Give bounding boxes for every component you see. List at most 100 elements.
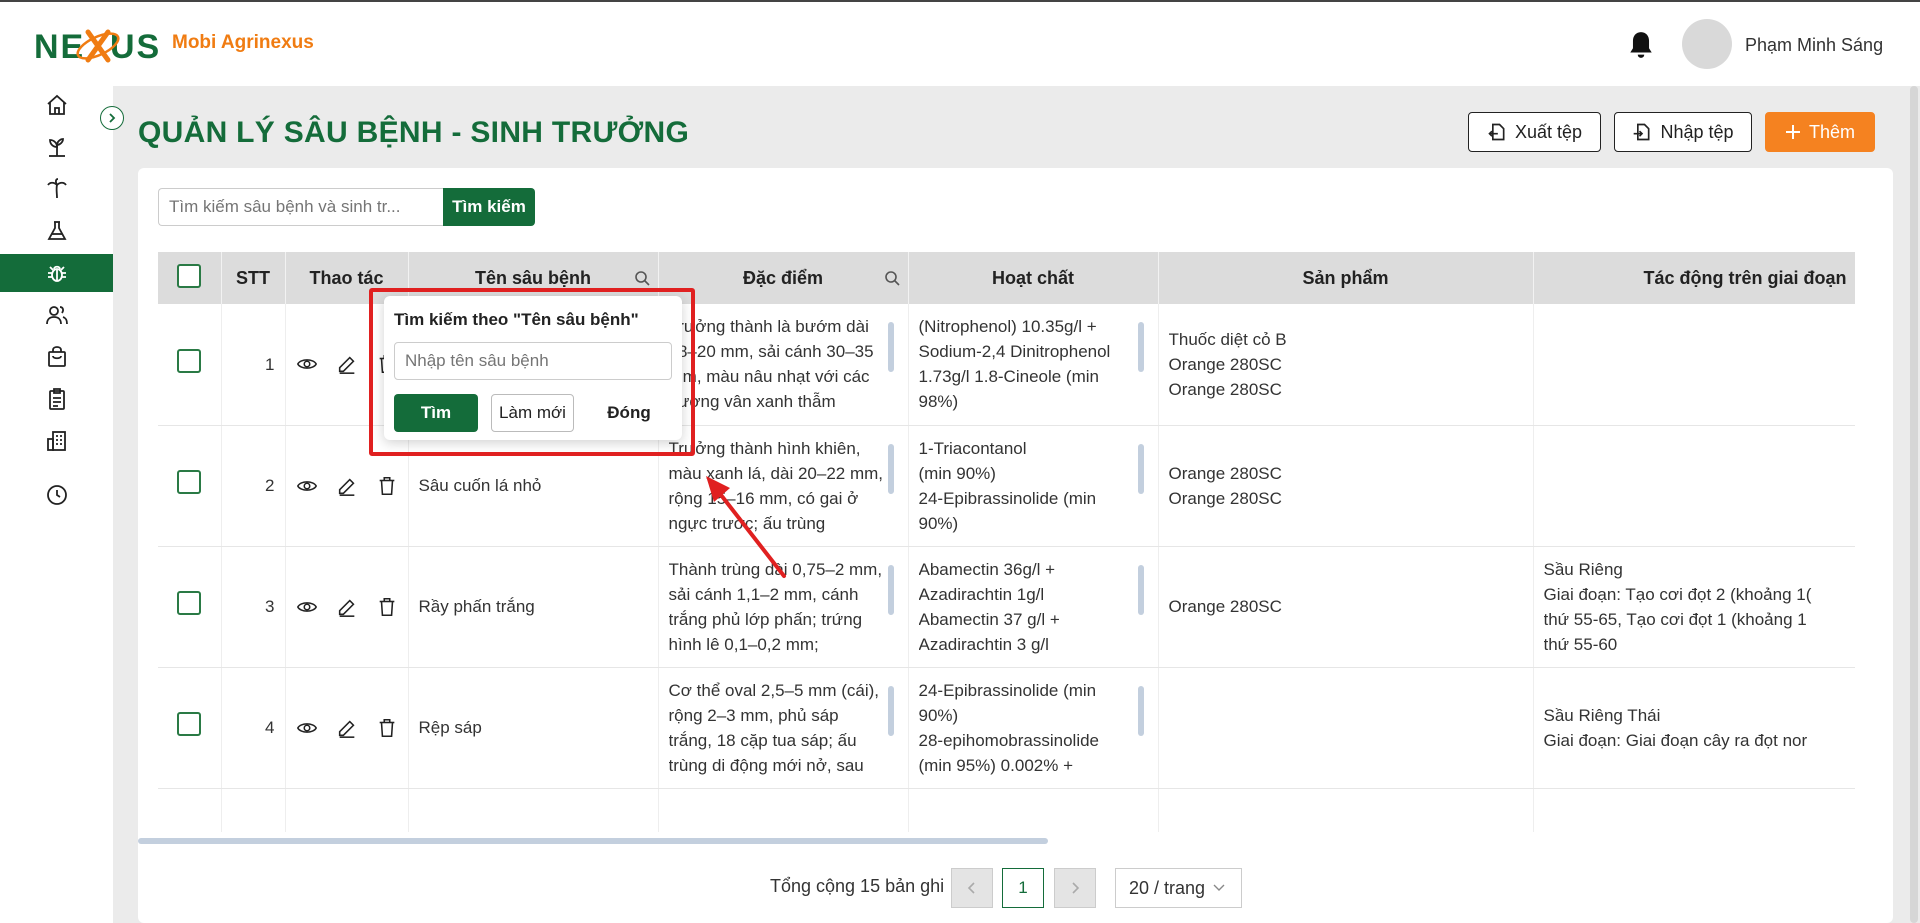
- user-avatar[interactable]: [1682, 19, 1732, 69]
- window-scrollbar[interactable]: [1908, 86, 1920, 923]
- sidebar-item-tasks[interactable]: [0, 380, 113, 418]
- add-button[interactable]: Thêm: [1765, 112, 1875, 152]
- row-checkbox[interactable]: [177, 712, 202, 736]
- cell-scrollbar[interactable]: [1137, 564, 1144, 615]
- cell-scrollbar[interactable]: [887, 322, 894, 372]
- row-product: Orange 280SC: [1158, 788, 1534, 832]
- table-card: Tìm kiếm STT Thao tác Tên sâu bệnh: [138, 168, 1920, 923]
- column-header-ingredient: Hoạt chất: [908, 252, 1159, 304]
- row-features-text: Trưởng thành hình khiên, màu xanh lá, dà…: [668, 438, 884, 533]
- row-checkbox[interactable]: [177, 348, 202, 373]
- row-features-text: Cơ thể oval 2,5–5 mm (cái), rộng 2–3 mm,…: [668, 680, 880, 775]
- delete-icon[interactable]: [376, 475, 398, 497]
- row-actions: [285, 788, 409, 832]
- row-select-cell: [158, 425, 222, 547]
- edit-icon[interactable]: [336, 475, 358, 497]
- cell-scrollbar[interactable]: [887, 443, 894, 494]
- search-icon[interactable]: [884, 270, 900, 286]
- table-row[interactable]: Kích thước 0,18–0,5 mm,(Nitrophenol) 10.…: [158, 788, 1855, 832]
- select-all-header: [158, 252, 222, 304]
- column-header-features: Đặc điểm: [658, 252, 909, 304]
- row-stage: [1533, 304, 1855, 426]
- chevron-left-icon: [967, 882, 975, 894]
- page-size-value: 20 / trang: [1129, 877, 1206, 898]
- view-icon[interactable]: [296, 717, 318, 739]
- search-icon[interactable]: [634, 270, 650, 286]
- history-icon: [46, 485, 67, 505]
- search-button[interactable]: Tìm kiếm: [443, 188, 535, 226]
- import-file-button[interactable]: Nhập tệp: [1614, 112, 1752, 152]
- popup-find-button[interactable]: Tìm: [394, 394, 478, 432]
- row-select-cell: [158, 788, 222, 832]
- sidebar-item-users[interactable]: [0, 296, 113, 334]
- total-records: Tổng cộng 15 bản ghi: [770, 876, 945, 896]
- cell-scrollbar[interactable]: [1137, 443, 1144, 494]
- row-product: Orange 280SC: [1158, 546, 1534, 668]
- column-search-popup: Tìm kiếm theo "Tên sâu bệnh" Tìm Làm mới…: [384, 296, 682, 440]
- view-icon[interactable]: [296, 353, 318, 375]
- window-scrollbar-thumb[interactable]: [1910, 86, 1918, 923]
- row-select-cell: [158, 304, 222, 426]
- table-row[interactable]: 2 Sâu cuốn lá nhỏ Trưởng thành hình khiên,…: [158, 425, 1855, 547]
- sidebar-item-crops[interactable]: [0, 170, 113, 208]
- previous-page-button[interactable]: [951, 868, 993, 908]
- view-icon[interactable]: [296, 596, 318, 618]
- pest-name-filter-input[interactable]: [394, 342, 672, 380]
- row-features: Kích thước 0,18–0,5 mm,: [658, 788, 909, 832]
- current-page-button[interactable]: 1: [1002, 868, 1044, 908]
- main-content: QUẢN LÝ SÂU BỆNH - SINH TRƯỞNG Xuất tệp …: [113, 86, 1920, 923]
- next-page-button[interactable]: [1054, 868, 1096, 908]
- table-row[interactable]: 3 Rầy phấn trắng Thành trùng dài 0,75–2 mm…: [158, 546, 1855, 668]
- column-header-product: Sản phẩm: [1158, 252, 1534, 304]
- users-icon: [45, 306, 68, 325]
- sidebar-item-products[interactable]: [0, 338, 113, 376]
- sidebar-item-pests[interactable]: [0, 254, 113, 292]
- nexus-logo[interactable]: NE US: [34, 20, 158, 70]
- cell-scrollbar[interactable]: [1137, 322, 1144, 372]
- row-features: Thành trùng dài 0,75–2 mm, sải cánh 1,1–…: [658, 546, 909, 668]
- row-product-text: Orange 280SC: [1168, 597, 1282, 616]
- export-file-button[interactable]: Xuất tệp: [1468, 112, 1601, 152]
- notification-bell-icon[interactable]: [1628, 30, 1654, 60]
- sidebar-item-home[interactable]: [0, 86, 113, 124]
- cell-scrollbar[interactable]: [887, 685, 894, 736]
- sidebar-item-lab[interactable]: [0, 212, 113, 250]
- edit-icon[interactable]: [336, 717, 358, 739]
- cell-scrollbar[interactable]: [887, 564, 894, 615]
- cell-scrollbar[interactable]: [1137, 685, 1144, 736]
- edit-icon[interactable]: [336, 353, 358, 375]
- search-input[interactable]: [158, 188, 443, 226]
- row-stage: [1533, 425, 1855, 547]
- row-select-cell: [158, 667, 222, 789]
- popup-close-button[interactable]: Đóng: [589, 394, 669, 432]
- bug-icon: [47, 265, 66, 282]
- select-all-checkbox[interactable]: [177, 263, 202, 288]
- delete-icon[interactable]: [376, 596, 398, 618]
- column-header-features-label: Đặc điểm: [742, 267, 824, 288]
- row-stage-text: Sầu Riêng Giai đoạn: Tạo cơi đọt 2 (khoả…: [1543, 559, 1812, 654]
- row-checkbox[interactable]: [177, 591, 202, 615]
- popup-reset-button[interactable]: Làm mới: [491, 394, 574, 432]
- row-ingredient: Abamectin 36g/l + Azadirachtin 1g/l Abam…: [908, 546, 1159, 668]
- sidebar-toggle-button[interactable]: [100, 106, 124, 130]
- popup-title: Tìm kiếm theo "Tên sâu bệnh": [394, 310, 639, 329]
- table-row[interactable]: 4 Rệp sáp Cơ thể oval 2,5–5 mm (cái), rộng…: [158, 667, 1855, 789]
- view-icon[interactable]: [296, 475, 318, 497]
- delete-icon[interactable]: [376, 717, 398, 739]
- row-ingredient-text: (Nitrophenol) 10.35g/l + Sodium-2,4 Dini…: [918, 317, 1111, 412]
- row-stage: Sầu Riêng Giai đoạn: Tạo cơi đọt 2 (khoả…: [1533, 546, 1855, 668]
- chevron-down-icon: [1213, 884, 1225, 891]
- sidebar-item-organizations[interactable]: [0, 422, 113, 460]
- page-size-select[interactable]: 20 / trang: [1115, 868, 1242, 908]
- row-ingredient: 1-Triacontanol (min 90%) 24-Epibrassinol…: [908, 425, 1159, 547]
- table-horizontal-scrollbar[interactable]: [138, 838, 1048, 844]
- row-checkbox[interactable]: [177, 470, 202, 494]
- sidebar-item-history[interactable]: [0, 476, 113, 514]
- sidebar-item-plants[interactable]: [0, 128, 113, 166]
- user-name[interactable]: Phạm Minh Sáng: [1745, 35, 1883, 56]
- edit-icon[interactable]: [336, 596, 358, 618]
- row-actions: [285, 546, 409, 668]
- file-export-icon: [1488, 123, 1505, 141]
- column-header-stt: STT: [221, 252, 286, 304]
- chevron-right-icon: [1072, 882, 1080, 894]
